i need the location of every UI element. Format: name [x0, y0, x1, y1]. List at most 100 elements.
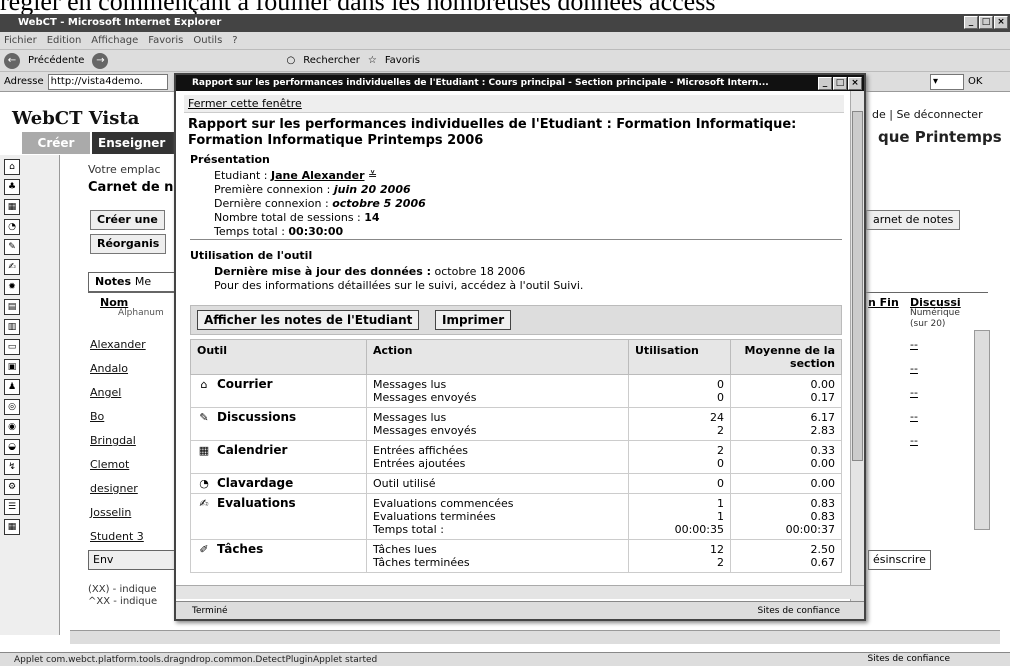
popup-horizontal-scrollbar[interactable] [176, 585, 864, 599]
student-link[interactable]: Josselin [90, 506, 131, 519]
tab-create[interactable]: Créer [22, 132, 90, 154]
action-label: Outil utilisé [373, 477, 436, 490]
average-value: 2.50 [810, 543, 836, 556]
popup-vertical-scrollbar[interactable] [850, 91, 864, 601]
close-button[interactable]: × [994, 16, 1008, 29]
gradebook-menu-button[interactable]: arnet de notes [866, 210, 961, 230]
unenroll-button[interactable]: ésinscrire [868, 550, 931, 570]
section-divider [190, 239, 842, 240]
usage-value: 0 [717, 457, 724, 470]
student-menu-icon[interactable]: ≚ [368, 169, 377, 182]
search-icon[interactable]: ○ [286, 55, 295, 66]
address-label: Adresse [4, 76, 44, 87]
student-link[interactable]: Clemot [90, 458, 129, 471]
browser-titlebar: WebCT - Microsoft Internet Explorer _ □ … [0, 14, 1010, 32]
popup-scroll-thumb[interactable] [852, 111, 863, 461]
print-button[interactable]: Imprimer [435, 310, 512, 330]
menu-favorites[interactable]: Favoris [148, 32, 183, 49]
page-horizontal-scrollbar[interactable] [70, 630, 1000, 644]
browser-toolbar: ← Précédente → ○ Rechercher ☆ Favoris [0, 50, 1010, 72]
calendar-icon[interactable]: ▦ [4, 199, 20, 215]
grade-cell[interactable]: -- [910, 410, 918, 423]
usage-value: 2 [717, 556, 724, 569]
grid-icon[interactable]: ▦ [4, 519, 20, 535]
table-vertical-scrollbar[interactable] [974, 330, 990, 530]
people-icon[interactable]: ♣ [4, 179, 20, 195]
student-link[interactable]: designer [90, 482, 138, 495]
average-value: 0.00 [810, 477, 836, 490]
maximize-button[interactable]: □ [979, 16, 993, 29]
send-button[interactable]: Env [88, 550, 178, 570]
show-student-grades-button[interactable]: Afficher les notes de l'Etudiant [197, 310, 420, 330]
search-button-label[interactable]: Rechercher [303, 55, 360, 66]
total-time-value: 00:30:00 [288, 225, 344, 238]
popup-minimize-button[interactable]: _ [818, 77, 832, 90]
column-header-final[interactable]: n Fin [868, 296, 899, 309]
go-button[interactable]: OK [968, 76, 982, 87]
building-icon[interactable]: ▥ [4, 319, 20, 335]
tracking-icon[interactable]: ◉ [4, 419, 20, 435]
favorites-star-icon[interactable]: ☆ [368, 55, 377, 66]
popup-maximize-button[interactable]: □ [833, 77, 847, 90]
action-label: Tâches terminées [373, 556, 470, 569]
header-links[interactable]: de | Se déconnecter [872, 108, 983, 121]
student-link[interactable]: Bringdal [90, 434, 136, 447]
grade-cell[interactable]: -- [910, 386, 918, 399]
pen-icon[interactable]: ✎ [4, 239, 20, 255]
back-button-label[interactable]: Précédente [28, 55, 84, 66]
gear-icon[interactable]: ✹ [4, 279, 20, 295]
settings-icon[interactable]: ⚙ [4, 479, 20, 495]
address-input[interactable]: http://vista4demo. [47, 73, 168, 90]
minimize-button[interactable]: _ [964, 16, 978, 29]
tab-other-label[interactable]: Me [135, 275, 151, 288]
image-icon[interactable]: ▣ [4, 359, 20, 375]
chat-icon[interactable]: ◔ [4, 219, 20, 235]
graph-icon[interactable]: ↯ [4, 459, 20, 475]
grade-cell[interactable]: -- [910, 434, 918, 447]
create-button[interactable]: Créer une [90, 210, 165, 230]
menu-view[interactable]: Affichage [91, 32, 138, 49]
menu-help[interactable]: ? [232, 32, 237, 49]
column-header-usage: Utilisation [628, 339, 731, 375]
student-link[interactable]: Andalo [90, 362, 128, 375]
sessions-label: Nombre total de sessions : [214, 211, 361, 224]
action-label: Evaluations commencées [373, 497, 514, 510]
folder-icon[interactable]: ▭ [4, 339, 20, 355]
chat-bubble-icon[interactable]: ◒ [4, 439, 20, 455]
tool-row: ◔ Clavardage Outil utilisé 0 0.00 [190, 473, 842, 494]
group-icon[interactable]: ♟ [4, 379, 20, 395]
mail-icon[interactable]: ⌂ [4, 159, 20, 175]
sessions-info: Nombre total de sessions : 14 [214, 211, 380, 224]
grade-cell[interactable]: -- [910, 362, 918, 375]
menu-file[interactable]: Fichier [4, 32, 37, 49]
tool-name: Tâches [217, 542, 264, 556]
popup-close-button[interactable]: × [848, 77, 862, 90]
average-value: 0.00 [810, 457, 836, 470]
student-link[interactable]: Student 3 [90, 530, 144, 543]
close-window-link[interactable]: Fermer cette fenêtre [188, 97, 302, 110]
student-link[interactable]: Bo [90, 410, 104, 423]
target-icon[interactable]: ◎ [4, 399, 20, 415]
back-arrow-icon[interactable]: ← [4, 52, 20, 69]
forward-arrow-icon[interactable]: → [92, 52, 109, 69]
student-link[interactable]: Angel [90, 386, 121, 399]
assessment-icon[interactable]: ✍ [4, 259, 20, 275]
tool-sidebar: ⌂ ♣ ▦ ◔ ✎ ✍ ✹ ▤ ▥ ▭ ▣ ♟ ◎ ◉ ◒ ↯ ⚙ ☰ ▦ [0, 155, 60, 635]
tab-teach[interactable]: Enseigner [92, 132, 182, 154]
tab-notes[interactable]: Notes Me [88, 272, 188, 292]
column-header-section-average: Moyenne de la section [730, 339, 842, 375]
document-icon[interactable]: ▤ [4, 299, 20, 315]
total-time-label: Temps total : [214, 225, 285, 238]
action-cell: Messages lus Messages envoyés [366, 407, 629, 441]
popup-title: Rapport sur les performances individuell… [192, 78, 769, 88]
menu-tools[interactable]: Outils [193, 32, 222, 49]
list-icon[interactable]: ☰ [4, 499, 20, 515]
grade-cell[interactable]: -- [910, 338, 918, 351]
student-link[interactable]: Alexander [90, 338, 146, 351]
favorites-button-label[interactable]: Favoris [385, 55, 420, 66]
student-name-link[interactable]: Jane Alexander [271, 169, 365, 182]
menu-edit[interactable]: Edition [47, 32, 82, 49]
address-dropdown[interactable]: ▾ [930, 73, 964, 90]
action-label: Entrées affichées [373, 444, 468, 457]
reorganize-button[interactable]: Réorganis [90, 234, 167, 254]
